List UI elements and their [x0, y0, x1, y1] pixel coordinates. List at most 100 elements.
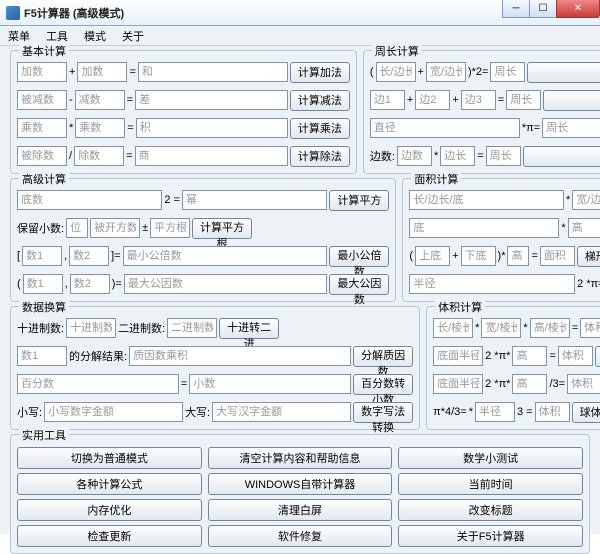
- add-result[interactable]: [138, 62, 288, 82]
- sphere-out[interactable]: [535, 402, 570, 422]
- sqrt-button[interactable]: 计算平方根: [192, 218, 252, 239]
- util-clear-white[interactable]: 清理白屏: [208, 499, 393, 521]
- trap-a[interactable]: [415, 246, 450, 266]
- factor-button[interactable]: 分解质因数: [353, 346, 413, 367]
- tri-perim-button[interactable]: 三角形周长: [543, 90, 600, 111]
- div-a[interactable]: [17, 146, 67, 166]
- trap-out[interactable]: [540, 246, 575, 266]
- mul-a[interactable]: [17, 118, 67, 138]
- lcm-b[interactable]: [69, 246, 109, 266]
- pct-out[interactable]: [189, 374, 351, 394]
- gcd-b[interactable]: [70, 274, 110, 294]
- dec-in[interactable]: [66, 318, 116, 338]
- circ-perim[interactable]: [542, 118, 600, 138]
- sub-b[interactable]: [75, 90, 125, 110]
- mul-b[interactable]: [75, 118, 125, 138]
- tri-perim[interactable]: [506, 90, 541, 110]
- cyl-h[interactable]: [512, 346, 547, 366]
- rect-perim-button[interactable]: 长/正/平周长: [527, 62, 600, 83]
- box-l[interactable]: [433, 318, 473, 338]
- dec2bin-button[interactable]: 十进转二进: [219, 318, 279, 339]
- rect-len[interactable]: [376, 62, 416, 82]
- sub-button[interactable]: 计算减法: [290, 90, 350, 111]
- sqrt-out[interactable]: [150, 218, 190, 238]
- util-formulas[interactable]: 各种计算公式: [17, 473, 202, 495]
- sqrt-in[interactable]: [90, 218, 140, 238]
- rect-area-a[interactable]: [409, 190, 564, 210]
- gcd-button[interactable]: 最大公因数: [329, 274, 389, 295]
- util-check-update[interactable]: 检查更新: [17, 525, 202, 547]
- pct-button[interactable]: 百分数转小数: [353, 374, 413, 395]
- add-button[interactable]: 计算加法: [290, 62, 350, 83]
- util-switch-mode[interactable]: 切换为普通模式: [17, 447, 202, 469]
- sqrt-dec[interactable]: [66, 218, 88, 238]
- lcm-out[interactable]: [123, 246, 328, 266]
- num-lower[interactable]: [44, 402, 183, 422]
- cyl-r[interactable]: [433, 346, 483, 366]
- cone-r[interactable]: [433, 374, 483, 394]
- sub-a[interactable]: [17, 90, 67, 110]
- factor-out[interactable]: [129, 346, 351, 366]
- bin-out[interactable]: [167, 318, 217, 338]
- trap-h[interactable]: [507, 246, 529, 266]
- util-windows-calc[interactable]: WINDOWS自带计算器: [208, 473, 393, 495]
- div-b[interactable]: [74, 146, 124, 166]
- poly-sides[interactable]: [397, 146, 432, 166]
- tri-s3[interactable]: [461, 90, 496, 110]
- box-out[interactable]: [580, 318, 600, 338]
- cone-out[interactable]: [567, 374, 600, 394]
- cyl-out[interactable]: [558, 346, 593, 366]
- numcase-button[interactable]: 数字写法转换: [353, 402, 413, 423]
- sphere-button[interactable]: 球体体积: [572, 402, 600, 423]
- poly-perim-button[interactable]: 正多边形周长: [523, 146, 600, 167]
- menu-mode[interactable]: 模式: [80, 26, 110, 46]
- sphere-r[interactable]: [475, 402, 515, 422]
- cone-h[interactable]: [512, 374, 547, 394]
- menu-about[interactable]: 关于: [118, 26, 148, 46]
- util-about[interactable]: 关于F5计算器: [398, 525, 583, 547]
- poly-len[interactable]: [440, 146, 475, 166]
- tri-area-a[interactable]: [409, 218, 559, 238]
- sub-result[interactable]: [135, 90, 288, 110]
- div-result[interactable]: [135, 146, 288, 166]
- util-time[interactable]: 当前时间: [398, 473, 583, 495]
- add-b[interactable]: [77, 62, 127, 82]
- circ-r[interactable]: [409, 274, 575, 294]
- rect-wid[interactable]: [426, 62, 466, 82]
- maximize-button[interactable]: ☐: [529, 0, 557, 18]
- rect-area-b[interactable]: [572, 190, 600, 210]
- factor-in[interactable]: [17, 346, 67, 366]
- rect-perim[interactable]: [490, 62, 525, 82]
- lcm-a[interactable]: [22, 246, 62, 266]
- gcd-a[interactable]: [23, 274, 63, 294]
- titlebar: F5计算器 (高级模式) ─ ☐ ✕: [0, 0, 600, 26]
- trap-b[interactable]: [461, 246, 496, 266]
- util-repair[interactable]: 软件修复: [208, 525, 393, 547]
- pct-in[interactable]: [17, 374, 179, 394]
- cyl-button[interactable]: 圆柱体体积: [595, 346, 600, 367]
- minimize-button[interactable]: ─: [502, 0, 530, 18]
- sq-base[interactable]: [17, 190, 162, 210]
- box-w[interactable]: [481, 318, 521, 338]
- circ-dia[interactable]: [370, 118, 520, 138]
- sq-result[interactable]: [182, 190, 327, 210]
- mul-result[interactable]: [136, 118, 288, 138]
- gcd-out[interactable]: [124, 274, 328, 294]
- div-button[interactable]: 计算除法: [290, 146, 350, 167]
- lcm-button[interactable]: 最小公倍数: [329, 246, 389, 267]
- tri-s1[interactable]: [370, 90, 405, 110]
- close-button[interactable]: ✕: [556, 0, 600, 18]
- num-upper[interactable]: [212, 402, 351, 422]
- trap-button[interactable]: 梯形面积: [577, 246, 600, 267]
- util-clear[interactable]: 清空计算内容和帮助信息: [208, 447, 393, 469]
- util-memory[interactable]: 内存优化: [17, 499, 202, 521]
- poly-perim[interactable]: [486, 146, 521, 166]
- tri-s2[interactable]: [415, 90, 450, 110]
- util-change-title[interactable]: 改变标题: [398, 499, 583, 521]
- mul-button[interactable]: 计算乘法: [290, 118, 350, 139]
- util-math-test[interactable]: 数学小测试: [398, 447, 583, 469]
- tri-area-b[interactable]: [568, 218, 600, 238]
- box-h[interactable]: [530, 318, 570, 338]
- sq-button[interactable]: 计算平方: [329, 190, 389, 211]
- add-a[interactable]: [17, 62, 67, 82]
